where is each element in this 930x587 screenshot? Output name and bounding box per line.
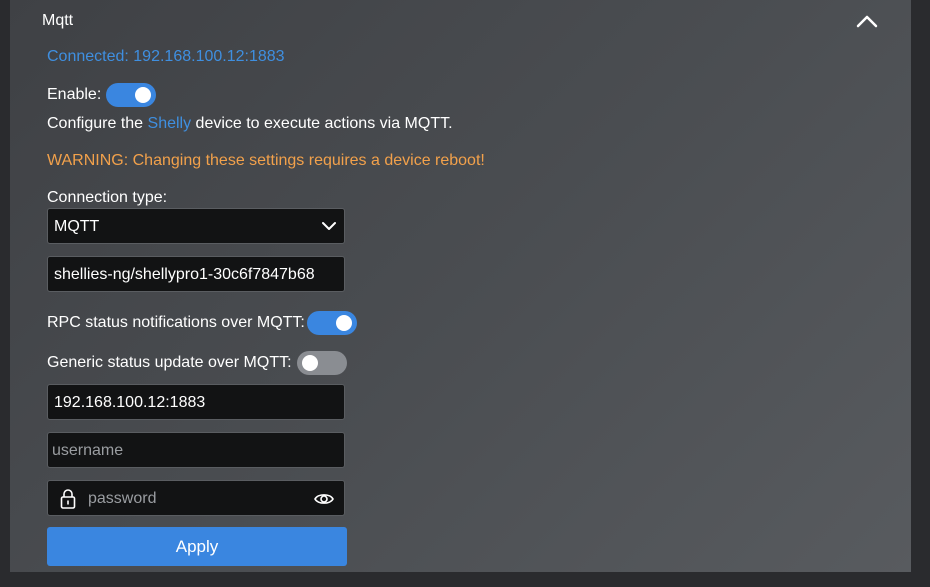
connection-status: Connected: 192.168.100.12:1883 (47, 48, 285, 65)
server-input[interactable]: 192.168.100.12:1883 (47, 384, 345, 420)
shelly-link[interactable]: Shelly (148, 115, 192, 132)
connection-type-value: MQTT (54, 218, 100, 235)
chevron-up-icon[interactable] (854, 8, 880, 34)
connection-type-label: Connection type: (47, 189, 168, 206)
toggle-knob (135, 87, 151, 103)
toggle-knob (336, 315, 352, 331)
username-input[interactable]: username (47, 432, 345, 468)
password-input[interactable]: password (47, 480, 345, 516)
toggle-knob (302, 355, 318, 371)
client-id-input[interactable]: shellies-ng/shellypro1-30c6f7847b68 (47, 256, 345, 292)
rpc-notifications-toggle[interactable] (307, 311, 357, 335)
password-placeholder: password (88, 490, 157, 507)
server-value: 192.168.100.12:1883 (54, 394, 206, 411)
lock-icon (60, 489, 76, 509)
mqtt-panel: Mqtt Connected: 192.168.100.12:1883 Enab… (10, 0, 911, 572)
rpc-notifications-label: RPC status notifications over MQTT: (47, 314, 305, 331)
apply-button[interactable]: Apply (47, 527, 347, 566)
client-id-value: shellies-ng/shellypro1-30c6f7847b68 (54, 266, 315, 283)
info-text: Configure the Shelly device to execute a… (47, 115, 453, 133)
info-suffix: device to execute actions via MQTT. (191, 115, 453, 132)
generic-status-toggle[interactable] (297, 351, 347, 375)
enable-toggle[interactable] (106, 83, 156, 107)
connection-type-select[interactable]: MQTT (47, 208, 345, 244)
section-title: Mqtt (42, 12, 74, 29)
info-prefix: Configure the (47, 115, 148, 132)
generic-status-label: Generic status update over MQTT: (47, 354, 292, 371)
warning-text: WARNING: Changing these settings require… (47, 152, 485, 169)
enable-label: Enable: (47, 86, 102, 103)
chevron-down-icon (322, 222, 336, 230)
eye-icon[interactable] (314, 491, 334, 507)
username-placeholder: username (52, 442, 124, 459)
